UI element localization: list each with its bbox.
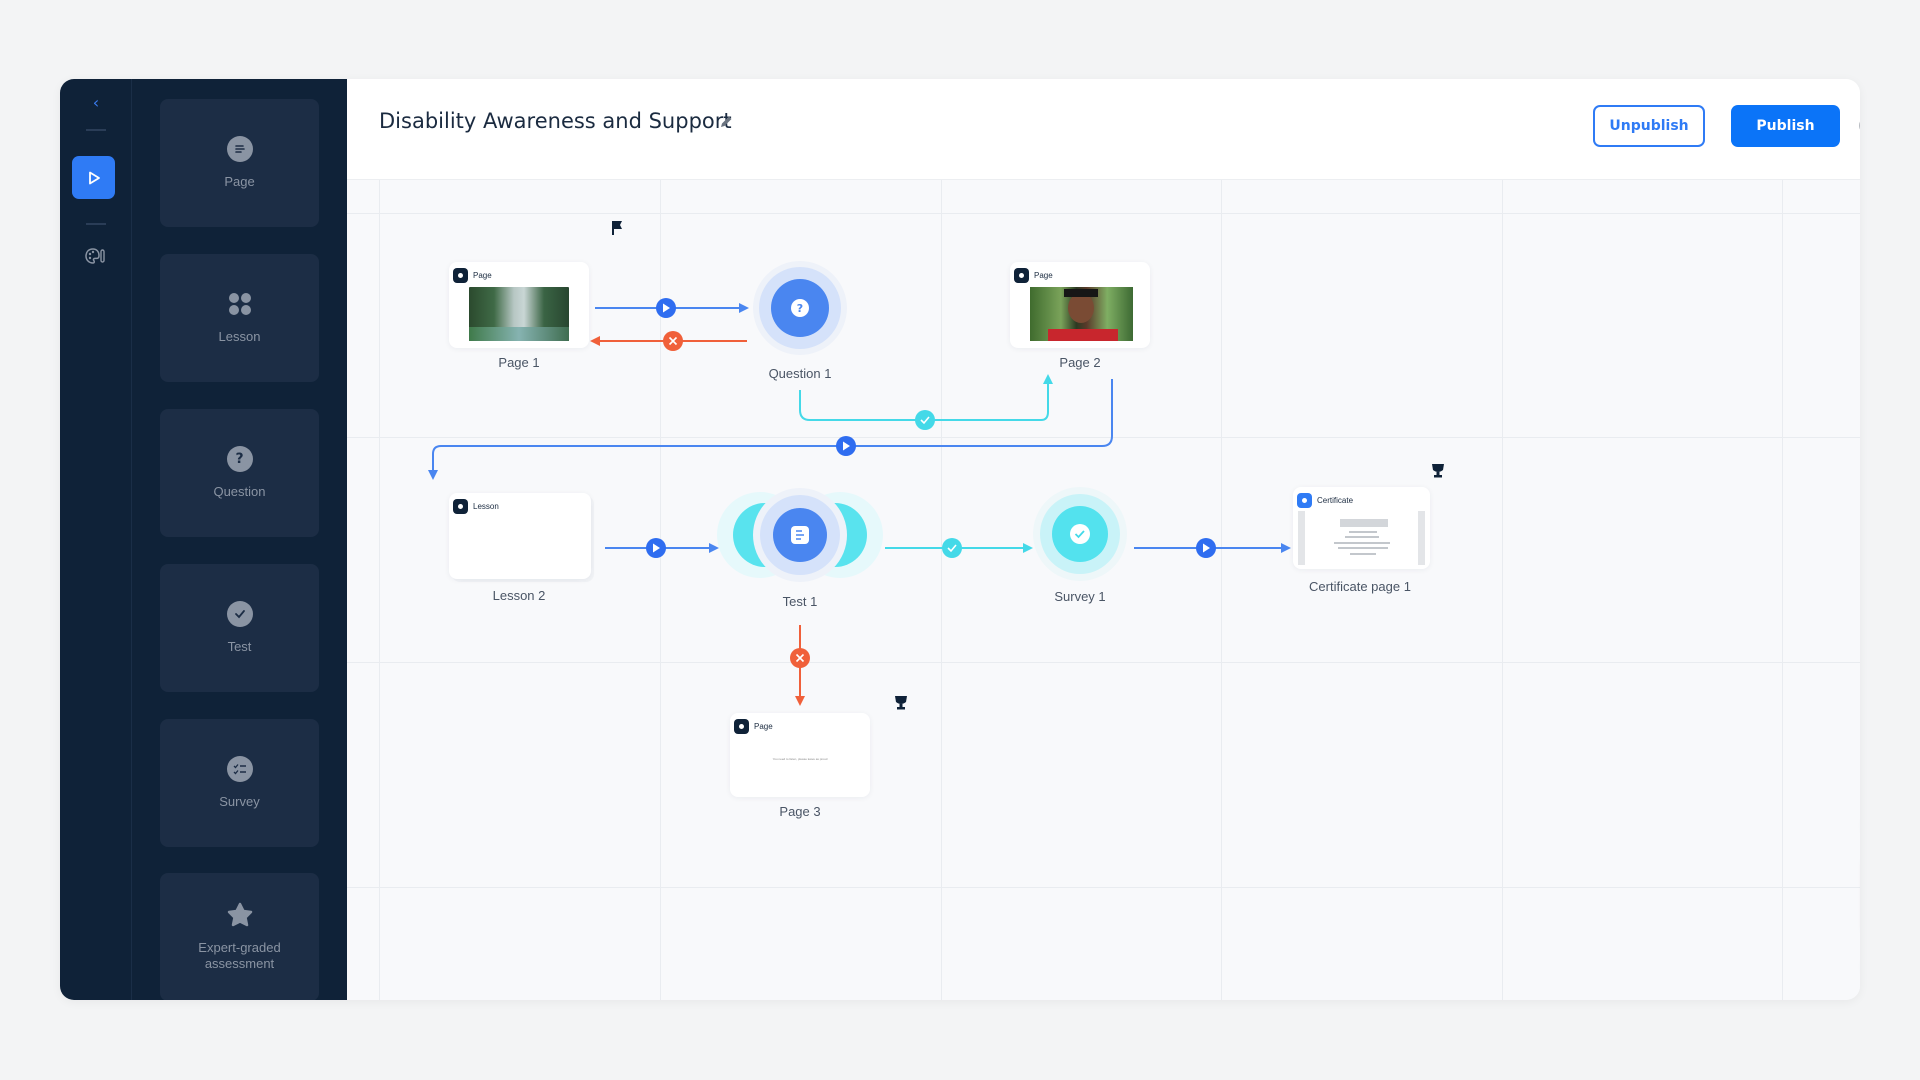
page2-thumbnail: [1030, 287, 1133, 341]
editor-header: Disability Awareness and Support Unpubli…: [347, 79, 1860, 180]
node-page3[interactable]: Page You need to listen, please leave as…: [730, 713, 870, 797]
next-marker[interactable]: [1196, 538, 1216, 558]
palette-item-lesson[interactable]: Lesson: [160, 254, 319, 382]
node-label: Certificate page 1: [1309, 579, 1411, 594]
node-lesson2[interactable]: Lesson: [449, 493, 591, 579]
question-icon: ?: [226, 446, 253, 472]
edge-page2-lesson2: [428, 379, 1113, 480]
node-certificate-page1[interactable]: Certificate: [1293, 487, 1430, 569]
unpublish-button[interactable]: Unpublish: [1593, 105, 1705, 147]
star-icon: [227, 902, 253, 928]
palette-item-test[interactable]: Test: [160, 564, 319, 692]
chevron-left-icon[interactable]: ‹: [86, 93, 106, 113]
publish-button[interactable]: Publish: [1731, 105, 1840, 147]
flow-canvas[interactable]: ? Page Page 1 Question 1 Page Page 2 Les…: [347, 180, 1860, 1000]
palette-item-label: Question: [213, 484, 266, 499]
next-marker[interactable]: [656, 298, 676, 318]
rail-divider: [86, 223, 106, 225]
node-label: Lesson 2: [492, 588, 546, 603]
node-type-badge: Lesson: [453, 497, 499, 515]
left-rail: ‹: [60, 79, 132, 1000]
node-page1[interactable]: Page: [449, 262, 589, 348]
page3-preview-text: You need to listen, please leave as prou…: [772, 757, 828, 761]
trophy-icon: [1432, 464, 1444, 478]
rail-divider: [86, 129, 106, 131]
checklist-icon: [226, 756, 253, 782]
palette-item-expert-graded-assessment[interactable]: Expert-graded assessment: [160, 873, 319, 1000]
palette-item-label: Lesson: [218, 329, 261, 344]
page1-thumbnail: [469, 287, 569, 341]
node-type-badge: Page: [734, 717, 773, 735]
flag-icon: [612, 221, 622, 235]
palette-item-label: Survey: [219, 794, 260, 809]
node-page2[interactable]: Page: [1010, 262, 1150, 348]
node-survey1[interactable]: [1033, 487, 1127, 581]
next-marker[interactable]: [646, 538, 666, 558]
palette-item-survey[interactable]: Survey: [160, 719, 319, 847]
play-icon: [88, 171, 100, 184]
edit-title-button[interactable]: [717, 113, 735, 131]
trophy-icon: [895, 696, 907, 710]
pass-marker[interactable]: [942, 538, 962, 558]
palette-item-label: Test: [227, 639, 252, 654]
next-marker[interactable]: [836, 436, 856, 456]
page-title: Disability Awareness and Support: [379, 109, 732, 133]
fail-marker[interactable]: [663, 331, 683, 351]
node-label: Test 1: [782, 594, 818, 609]
palette-item-label: Expert-graded assessment: [198, 940, 281, 971]
node-type-badge: Certificate: [1297, 491, 1353, 509]
check-icon: [226, 601, 253, 627]
info-icon[interactable]: !: [1859, 117, 1860, 134]
fail-marker[interactable]: [790, 648, 810, 668]
palette-icon: [85, 248, 105, 264]
pass-marker[interactable]: [915, 410, 935, 430]
pencil-icon: [721, 116, 732, 127]
node-test1[interactable]: [717, 488, 883, 582]
palette-item-question[interactable]: ? Question: [160, 409, 319, 537]
design-button[interactable]: [80, 244, 110, 268]
node-type-badge: Page: [453, 266, 492, 284]
node-label: Question 1: [768, 366, 832, 381]
course-builder-window: ‹ Page Lesson ? Question Test Survey Exp…: [60, 79, 1860, 1000]
flow-mode-button[interactable]: [72, 156, 115, 199]
node-type-badge: Page: [1014, 266, 1053, 284]
page-icon: [226, 136, 253, 162]
node-label: Page 3: [779, 804, 821, 819]
palette-item-label: Page: [224, 174, 255, 189]
node-question1[interactable]: ?: [753, 261, 847, 355]
grid-icon: [227, 291, 253, 317]
node-label: Survey 1: [1054, 589, 1106, 604]
certificate-thumbnail: [1298, 511, 1425, 565]
palette-item-page[interactable]: Page: [160, 99, 319, 227]
svg-text:?: ?: [797, 302, 803, 315]
node-label: Page 2: [1059, 355, 1101, 370]
node-label: Page 1: [498, 355, 540, 370]
